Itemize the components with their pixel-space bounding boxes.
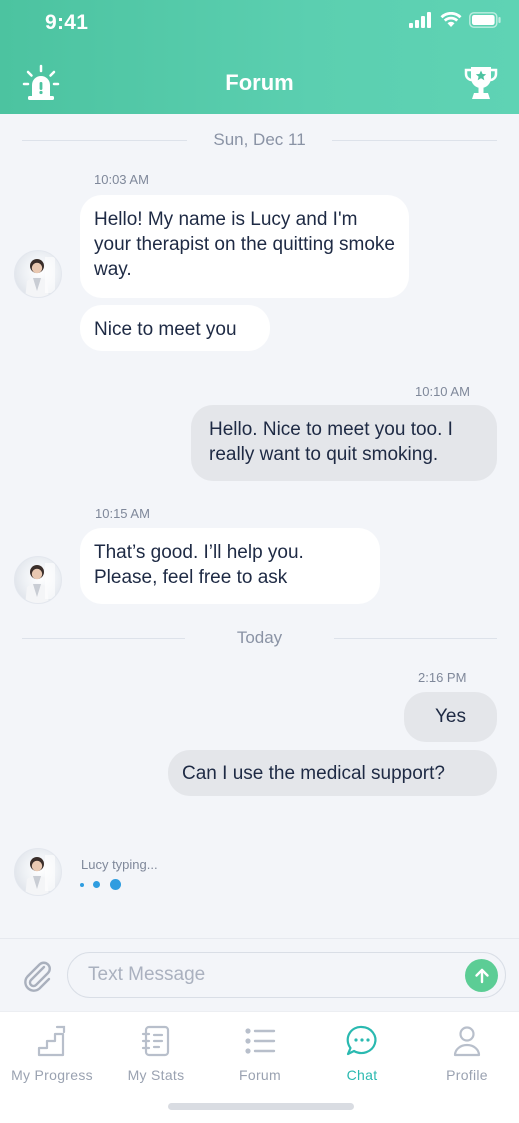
cellular-signal-icon <box>409 12 431 28</box>
status-time: 9:41 <box>45 11 89 34</box>
person-icon <box>453 1026 481 1057</box>
arrow-up-icon <box>474 968 489 983</box>
trophy-button[interactable] <box>463 64 499 102</box>
message-bubble-sent[interactable]: Can I use the medical support? <box>168 750 497 796</box>
trophy-icon <box>464 67 498 99</box>
typing-dot <box>80 883 84 887</box>
typing-indicator-label: Lucy typing... <box>81 857 158 872</box>
typing-dot <box>110 879 121 890</box>
tab-label: My Progress <box>11 1067 93 1083</box>
battery-icon <box>469 12 501 28</box>
send-button[interactable] <box>465 959 498 992</box>
message-timestamp: 2:16 PM <box>418 670 467 685</box>
message-bubble-sent[interactable]: Yes <box>404 692 497 742</box>
tab-my-progress[interactable]: My Progress <box>0 1024 104 1094</box>
message-input[interactable] <box>67 952 506 998</box>
home-indicator[interactable] <box>168 1103 354 1110</box>
app-header: 9:41 Forum <box>0 0 519 114</box>
tab-label: My Stats <box>127 1067 185 1083</box>
message-timestamp: 10:15 AM <box>95 506 150 521</box>
avatar[interactable] <box>14 556 62 604</box>
therapist-avatar-image <box>25 855 55 895</box>
notebook-icon <box>141 1025 170 1057</box>
message-bubble-received[interactable]: Hello! My name is Lucy and I'm your ther… <box>80 195 409 298</box>
date-separator: Today <box>22 628 497 648</box>
typing-dot <box>93 881 100 888</box>
date-label: Sun, Dec 11 <box>213 130 306 149</box>
tab-forum[interactable]: Forum <box>208 1024 312 1094</box>
wifi-icon <box>440 12 462 27</box>
list-icon <box>245 1028 276 1054</box>
avatar[interactable] <box>14 250 62 298</box>
paperclip-icon <box>24 961 51 992</box>
message-timestamp: 10:10 AM <box>415 384 470 399</box>
message-bubble-sent[interactable]: Hello. Nice to meet you too. I really wa… <box>191 405 497 481</box>
avatar[interactable] <box>14 848 62 896</box>
therapist-avatar-image <box>25 257 55 297</box>
tab-label: Forum <box>239 1067 281 1083</box>
date-label: Today <box>236 628 283 647</box>
page-title: Forum <box>225 70 294 95</box>
message-bubble-received[interactable]: That’s good. I’ll help you. Please, feel… <box>80 528 380 604</box>
date-separator: Sun, Dec 11 <box>22 130 498 150</box>
message-composer <box>0 938 519 1011</box>
tab-label: Profile <box>446 1067 488 1083</box>
tab-profile[interactable]: Profile <box>415 1024 519 1094</box>
tab-label: Chat <box>346 1067 378 1083</box>
status-icons <box>409 12 501 28</box>
message-bubble-received[interactable]: Nice to meet you <box>80 305 270 351</box>
tab-chat[interactable]: Chat <box>310 1024 414 1094</box>
tab-my-stats[interactable]: My Stats <box>104 1024 208 1094</box>
attach-button[interactable] <box>22 959 54 993</box>
therapist-avatar-image <box>25 563 55 603</box>
stairs-icon <box>37 1025 66 1057</box>
message-timestamp: 10:03 AM <box>94 172 149 187</box>
chat-bubble-icon <box>346 1025 377 1056</box>
